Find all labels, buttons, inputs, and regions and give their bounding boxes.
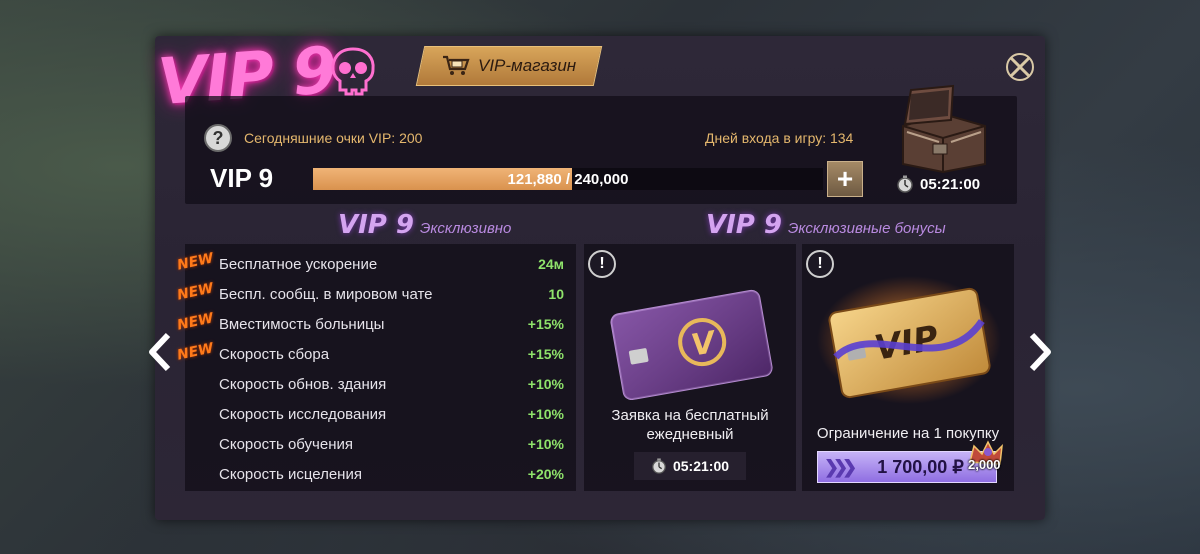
exclusive-title-label: Эксклюзивно <box>420 220 512 237</box>
vip-card-image: V <box>610 289 773 400</box>
next-arrow[interactable] <box>1024 330 1058 374</box>
chevron-left-icon <box>149 332 171 372</box>
shopping-cart-icon <box>442 55 470 75</box>
exclusive-title-vip: VIP 9 <box>338 210 414 240</box>
list-item-name: Бесплатное ускорение <box>219 256 378 273</box>
exclusive-title: VIP 9 Эксклюзивно <box>338 210 511 240</box>
list-item-value: +15% <box>527 346 564 362</box>
chevron-right-icon <box>1029 332 1051 372</box>
daily-free-timer: 05:21:00 <box>634 452 746 480</box>
vip-progress-bar: 121,880 / 240,000 <box>313 168 823 190</box>
gold-vip-card-image: VIP <box>817 276 1001 404</box>
list-item-name: Скорость сбора <box>219 346 330 363</box>
list-item-name: Беспл. сообщ. в мировом чате <box>219 286 433 303</box>
list-item-name: Скорость обучения <box>219 436 353 453</box>
daily-free-card[interactable]: ! V Заявка на бесплатный ежедневный 05:2… <box>584 244 796 491</box>
list-item: NEW Бесплатное ускорение 24м <box>176 248 576 278</box>
daily-free-timer-text: 05:21:00 <box>672 458 730 474</box>
list-item: Скорость обучения +10% <box>185 428 576 458</box>
vip-chest-icon[interactable] <box>893 84 993 174</box>
vip-shop-button[interactable]: VIP-магазин <box>415 46 603 86</box>
list-item: Скорость исследования +10% <box>185 398 576 428</box>
list-item: Скорость исцеления +20% <box>185 458 576 488</box>
help-icon[interactable]: ? <box>204 124 232 152</box>
stopwatch-icon <box>897 175 913 193</box>
list-item-name: Скорость исследования <box>219 406 387 423</box>
close-icon <box>1006 53 1034 81</box>
list-item: NEW Беспл. сообщ. в мировом чате 10 <box>176 278 576 308</box>
list-item: NEW Скорость сбора +15% <box>176 338 576 368</box>
price-label: 1 700,00 ₽ <box>877 456 964 477</box>
today-vip-points: Сегодняшние очки VIP: 200 <box>244 130 423 146</box>
vip-points-badge-value: 2,000 <box>968 457 1001 472</box>
chevrons-icon: ❯❯❯ <box>824 456 857 477</box>
bonuses-title-label: Эксклюзивные бонусы <box>788 220 946 237</box>
list-item: NEW Вместимость больницы +15% <box>176 308 576 338</box>
list-item-name: Скорость обнов. здания <box>219 376 387 393</box>
list-item-value: +10% <box>527 406 564 422</box>
list-item-value: +20% <box>527 466 564 482</box>
vip-points-badge: 2,000 <box>962 440 1006 476</box>
list-item-value: 24м <box>538 256 564 272</box>
chest-timer-text: 05:21:00 <box>920 175 981 193</box>
list-item-name: Скорость исцеления <box>219 466 362 483</box>
login-days: Дней входа в игру: 134 <box>705 130 854 146</box>
chest-timer: 05:21:00 <box>896 175 980 193</box>
list-item-name: Вместимость больницы <box>219 316 385 333</box>
daily-free-title: Заявка на бесплатный ежедневный <box>611 407 769 443</box>
bonuses-title: VIP 9 Эксклюзивные бонусы <box>706 210 946 240</box>
info-icon[interactable]: ! <box>588 250 616 278</box>
exclusive-list: NEW Бесплатное ускорение 24м NEW Беспл. … <box>176 244 576 491</box>
skull-icon <box>331 47 375 96</box>
add-vip-points-button[interactable]: + <box>827 161 863 197</box>
list-item: Скорость обнов. здания +10% <box>185 368 576 398</box>
purchase-card[interactable]: ! VIP Ограничение на 1 покупку ❯❯❯ 1 700… <box>802 244 1014 491</box>
bonuses-title-vip: VIP 9 <box>706 210 782 240</box>
vip-progress-text: 121,880 / 240,000 <box>507 170 629 188</box>
vip-shop-label: VIP-магазин <box>477 56 577 75</box>
vip-level-label: VIP 9 <box>210 163 274 193</box>
list-item-value: 10 <box>548 286 564 302</box>
list-item-value: +10% <box>527 436 564 452</box>
stopwatch-icon <box>652 458 666 474</box>
list-item-value: +10% <box>527 376 564 392</box>
list-item-value: +15% <box>527 316 564 332</box>
previous-arrow[interactable] <box>142 330 176 374</box>
close-button[interactable] <box>1003 50 1037 84</box>
